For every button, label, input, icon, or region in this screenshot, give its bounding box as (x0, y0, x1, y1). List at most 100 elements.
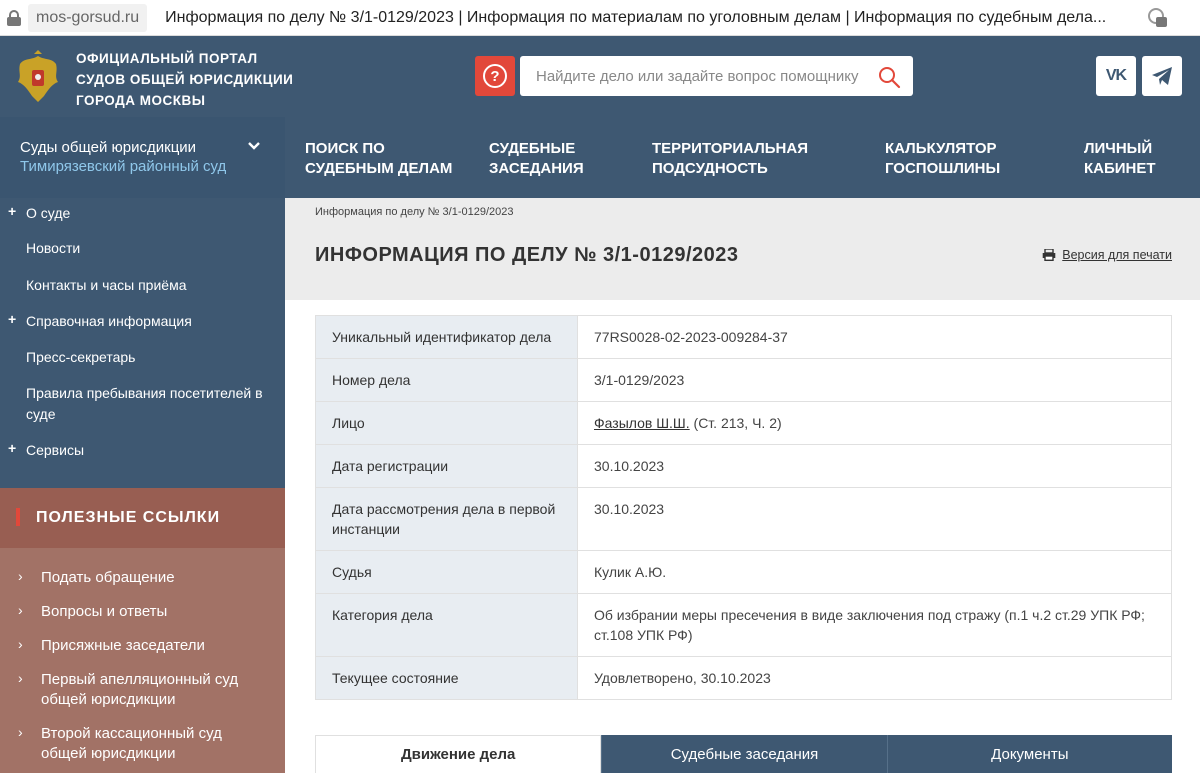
link-faq[interactable]: Вопросы и ответы (41, 602, 261, 622)
row-key: Номер дела (315, 358, 578, 402)
row-key: Категория дела (315, 593, 578, 657)
printer-icon (1042, 249, 1056, 261)
plus-icon[interactable]: + (8, 440, 16, 456)
nav-item-line: госпошлины (885, 160, 1001, 177)
nav-item-line: Судебные (489, 140, 576, 157)
row-value: Об избрании меры пресечения в виде заклю… (577, 593, 1172, 657)
court-selector[interactable]: Суды общей юрисдикции Тимирязевский райо… (0, 117, 285, 198)
chevron-right-icon: › (18, 568, 23, 584)
sidebar-item-news[interactable]: Новости (26, 238, 266, 259)
print-version-link[interactable]: Версия для печати (1042, 248, 1172, 262)
search-box (520, 56, 913, 96)
chevron-down-icon (248, 142, 260, 150)
vk-button[interactable]: VK (1096, 56, 1136, 96)
portal-title-line: судов общей юрисдикции (76, 72, 294, 87)
table-row: Текущее состояние Удовлетворено, 30.10.2… (315, 656, 1172, 700)
site-settings-icon[interactable] (1148, 8, 1168, 28)
chevron-right-icon: › (18, 724, 23, 740)
row-key: Дата регистрации (315, 444, 578, 488)
row-key: Уникальный идентификатор дела (315, 315, 578, 359)
lock-icon[interactable] (7, 9, 21, 26)
sidebar: + О суде Новости Контакты и часы приёма … (0, 198, 285, 488)
table-row: Судья Кулик А.Ю. (315, 550, 1172, 594)
link-second-cassation-court[interactable]: Второй кассационный суд общей юрисдикции (41, 724, 261, 764)
help-button[interactable]: ? (475, 56, 515, 96)
sidebar-item-about[interactable]: О суде (26, 203, 266, 224)
row-key: Лицо (315, 401, 578, 445)
case-tabs: Движение дела Судебные заседания Докумен… (315, 735, 1172, 773)
site-header: Официальный портал судов общей юрисдикци… (0, 36, 1200, 117)
nav-item-account[interactable]: Личный кабинет (1084, 139, 1156, 179)
main-nav: Суды общей юрисдикции Тимирязевский райо… (0, 117, 1200, 198)
nav-item-jurisdiction[interactable]: Территориальная подсудность (652, 139, 808, 179)
useful-links-panel: Полезные ссылки › Подать обращение › Воп… (0, 488, 285, 773)
link-jurors[interactable]: Присяжные заседатели (41, 636, 261, 656)
sidebar-item-services[interactable]: Сервисы (26, 440, 266, 461)
sidebar-item-reference[interactable]: Справочная информация (26, 311, 266, 332)
print-version-label: Версия для печати (1062, 248, 1172, 262)
plus-icon[interactable]: + (8, 311, 16, 327)
portal-title[interactable]: Официальный портал судов общей юрисдикци… (76, 48, 293, 111)
nav-item-line: заседания (489, 160, 584, 177)
row-value-person: Фазылов Ш.Ш. (Ст. 213, Ч. 2) (577, 401, 1172, 445)
chevron-right-icon: › (18, 670, 23, 686)
link-first-appeal-court[interactable]: Первый апелляционный суд общей юрисдикци… (41, 670, 261, 710)
tab-hearings[interactable]: Судебные заседания (601, 735, 887, 773)
nav-item-case-search[interactable]: Поиск по судебным делам (305, 139, 452, 179)
nav-item-line: Территориальная (652, 140, 808, 157)
row-key: Текущее состояние (315, 656, 578, 700)
link-submit-appeal[interactable]: Подать обращение (41, 568, 261, 588)
row-key: Судья (315, 550, 578, 594)
useful-links-header: Полезные ссылки (0, 488, 285, 548)
row-value: Удовлетворено, 30.10.2023 (577, 656, 1172, 700)
page-title: Информация по делу № 3/1-0129/2023 (315, 244, 739, 266)
search-input[interactable] (536, 67, 866, 85)
person-article: (Ст. 213, Ч. 2) (689, 415, 782, 431)
row-key: Дата рассмотрения дела в первой инстанци… (315, 487, 578, 551)
chevron-right-icon: › (18, 636, 23, 652)
telegram-button[interactable] (1142, 56, 1182, 96)
case-info-table: Уникальный идентификатор дела 77RS0028-0… (315, 315, 1172, 700)
plus-icon[interactable]: + (8, 203, 16, 219)
case-header: Информация по делу № 3/1-0129/2023 Инфор… (285, 198, 1200, 300)
nav-item-fee-calculator[interactable]: Калькулятор госпошлины (885, 139, 1000, 179)
coat-of-arms-icon[interactable] (10, 50, 66, 106)
nav-item-line: подсудность (652, 160, 768, 177)
nav-item-line: Калькулятор (885, 140, 997, 157)
court-group-label: Суды общей юрисдикции (20, 139, 197, 156)
nav-item-line: Личный (1084, 140, 1153, 157)
nav-item-line: Поиск по (305, 140, 385, 157)
question-icon: ? (483, 64, 507, 88)
row-value: Кулик А.Ю. (577, 550, 1172, 594)
row-value: 3/1-0129/2023 (577, 358, 1172, 402)
sidebar-item-press[interactable]: Пресс-секретарь (26, 347, 266, 368)
search-icon[interactable] (877, 65, 901, 89)
address-domain[interactable]: mos-gorsud.ru (28, 3, 148, 32)
table-row: Лицо Фазылов Ш.Ш. (Ст. 213, Ч. 2) (315, 401, 1172, 445)
row-value: 30.10.2023 (577, 487, 1172, 551)
useful-links-title: Полезные ссылки (36, 509, 221, 526)
breadcrumb[interactable]: Информация по делу № 3/1-0129/2023 (315, 206, 514, 218)
telegram-icon (1152, 67, 1172, 85)
table-row: Дата рассмотрения дела в первой инстанци… (315, 487, 1172, 551)
nav-item-line: кабинет (1084, 160, 1156, 177)
page-tab-title: Информация по делу № 3/1-0129/2023 | Инф… (165, 8, 1107, 26)
nav-item-line: судебным делам (305, 160, 453, 177)
table-row: Уникальный идентификатор дела 77RS0028-0… (315, 315, 1172, 359)
browser-address-bar: mos-gorsud.ru Информация по делу № 3/1-0… (0, 0, 1200, 36)
table-row: Номер дела 3/1-0129/2023 (315, 358, 1172, 402)
court-name-label: Тимирязевский районный суд (20, 158, 227, 175)
accent-bar (16, 508, 20, 526)
portal-title-line: Официальный портал (76, 51, 258, 66)
tab-documents[interactable]: Документы (886, 735, 1172, 773)
row-value: 30.10.2023 (577, 444, 1172, 488)
person-link[interactable]: Фазылов Ш.Ш. (594, 415, 690, 431)
table-row: Дата регистрации 30.10.2023 (315, 444, 1172, 488)
row-value: 77RS0028-02-2023-009284-37 (577, 315, 1172, 359)
chevron-right-icon: › (18, 602, 23, 618)
nav-item-hearings[interactable]: Судебные заседания (489, 139, 584, 179)
sidebar-item-contacts[interactable]: Контакты и часы приёма (26, 275, 266, 296)
portal-title-line: города Москвы (76, 93, 206, 108)
tab-case-movement[interactable]: Движение дела (315, 735, 602, 773)
sidebar-item-visitor-rules[interactable]: Правила пребывания посетителей в суде (26, 383, 266, 425)
